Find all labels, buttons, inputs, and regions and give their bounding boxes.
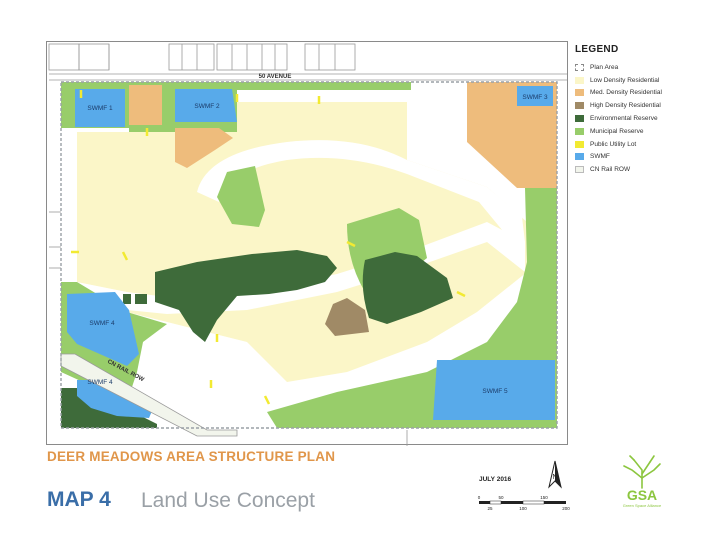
plan-title: DEER MEADOWS AREA STRUCTURE PLAN: [47, 449, 336, 464]
land-use-map[interactable]: 50 AVENUE SWMF 1 SWMF 2 SWMF 3 SWMF 4 SW…: [47, 42, 569, 446]
swmf-4-south-label: SWMF 4: [87, 379, 113, 386]
legend-item: High Density Residential: [575, 99, 715, 112]
gsa-logo: GSA Green Space Alliance: [623, 455, 662, 508]
legend-label: Public Utility Lot: [590, 140, 637, 148]
legend-label: SWMF: [590, 153, 610, 161]
map-frame: 50 AVENUE SWMF 1 SWMF 2 SWMF 3 SWMF 4 SW…: [46, 41, 569, 446]
legend-item: Public Utility Lot: [575, 138, 715, 151]
legend-item: Environmental Reserve: [575, 112, 715, 125]
legend-label: Municipal Reserve: [590, 127, 644, 135]
street-label: 50 AVENUE: [259, 74, 292, 80]
legend-label: CN Rail ROW: [590, 166, 631, 174]
legend-label: Plan Area: [590, 63, 619, 71]
legend-list: Plan Area Low Density Residential Med. D…: [575, 61, 715, 176]
med-density-swatch: [575, 89, 584, 97]
legend-title: LEGEND: [575, 44, 619, 55]
public-utility-swatch: [575, 140, 584, 148]
scale-tick: 25: [487, 506, 493, 511]
logo-text: GSA: [627, 487, 657, 503]
high-density-swatch: [575, 102, 584, 110]
municipal-reserve[interactable]: [247, 82, 411, 90]
med-density-residential[interactable]: [129, 85, 162, 125]
scale-tick: 50: [498, 495, 504, 500]
rail-row-swatch: [575, 166, 584, 174]
legend-label: Low Density Residential: [590, 76, 660, 84]
legend-item: Plan Area: [575, 61, 715, 74]
scale-tick: 150: [540, 495, 548, 500]
north-label: N: [552, 474, 557, 481]
legend-label: Med. Density Residential: [590, 89, 662, 97]
plan-area-swatch: [575, 63, 584, 71]
legend: LEGEND Plan Area Low Density Residential…: [575, 44, 715, 176]
swmf-swatch: [575, 153, 584, 161]
map-date: JULY 2016: [479, 476, 512, 483]
legend-item: Municipal Reserve: [575, 125, 715, 138]
scale-tick: 0: [478, 495, 481, 500]
swmf-3-label: SWMF 3: [522, 94, 548, 101]
scale-tick: 100: [519, 506, 527, 511]
municipal-reserve-swatch: [575, 127, 584, 135]
scale-tick: 200: [562, 506, 570, 511]
legend-item: Low Density Residential: [575, 74, 715, 87]
swmf-4-label: SWMF 4: [89, 320, 115, 327]
map-number: MAP 4: [47, 488, 111, 511]
legend-label: High Density Residential: [590, 102, 661, 110]
logo-subtext: Green Space Alliance: [623, 503, 662, 508]
legend-item: SWMF: [575, 151, 715, 164]
legend-item: CN Rail ROW: [575, 163, 715, 176]
north-arrow-icon: N: [548, 460, 562, 489]
swmf-5-label: SWMF 5: [482, 388, 508, 395]
environmental-reserve-swatch: [575, 115, 584, 123]
swmf-1-label: SWMF 1: [87, 105, 113, 112]
environmental-reserve[interactable]: [123, 294, 147, 304]
scale-bar: 0 50 150 25 100 200: [478, 495, 571, 511]
legend-item: Med. Density Residential: [575, 87, 715, 100]
swmf-2-label: SWMF 2: [194, 103, 220, 110]
legend-label: Environmental Reserve: [590, 115, 658, 123]
low-density-swatch: [575, 76, 584, 84]
map-subtitle: Land Use Concept: [141, 489, 315, 512]
